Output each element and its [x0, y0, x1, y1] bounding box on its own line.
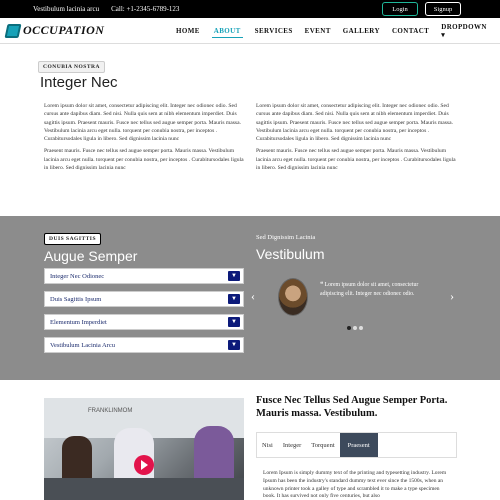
quote-icon: ❝ [320, 282, 324, 288]
section-heading: Fusce Nec Tellus Sed Augue Semper Porta.… [256, 395, 448, 419]
tab-integer[interactable]: Integer [278, 433, 306, 457]
nav-menu: HOME ABOUT SERVICES EVENT GALLERY CONTAC… [176, 18, 500, 44]
accordion-label: Duis Sagittis Ipsum [50, 295, 102, 303]
accordion-label: Vestibulum Lacinia Arcu [50, 341, 115, 349]
chevron-down-icon[interactable]: ▼ [228, 317, 240, 327]
section-badge: CONUBIA NOSTRA [38, 61, 105, 73]
nav-item-home[interactable]: HOME [176, 25, 200, 37]
chevron-right-icon[interactable]: › [450, 289, 454, 304]
nav-item-gallery[interactable]: GALLERY [343, 25, 380, 37]
call-label: Call: [111, 5, 125, 13]
accordion-testimonial-section: DUIS SAGITTIS Augue Semper Integer Nec O… [0, 216, 500, 380]
testimonial-quote: ❝ Lorem ipsum dolor sit amet, consectetu… [320, 281, 440, 298]
chevron-down-icon[interactable]: ▼ [228, 271, 240, 281]
chevron-left-icon[interactable]: ‹ [251, 289, 255, 304]
tab-torquent[interactable]: Torquent [306, 433, 339, 457]
chevron-down-icon[interactable]: ▼ [228, 340, 240, 350]
intro-section: CONUBIA NOSTRA Integer Nec Lorem ipsum d… [0, 44, 500, 216]
text-column-right: Lorem ipsum dolor sit amet, consectetur … [256, 102, 461, 176]
quote-text: Lorem ipsum dolor sit amet, consectetur … [320, 282, 419, 297]
section-title: Augue Semper [44, 248, 138, 264]
paragraph: Praesent mauris. Fusce nec tellus sed au… [256, 148, 456, 172]
logo-text: OCCUPATION [23, 23, 105, 37]
paragraph: Lorem ipsum dolor sit amet, consectetur … [256, 103, 453, 143]
section-title: Integer Nec [40, 74, 118, 91]
tab-nisi[interactable]: Nisi [257, 433, 278, 457]
chevron-down-icon: ▾ [441, 31, 446, 39]
video-thumbnail[interactable]: FRANKLINMOM [44, 398, 244, 500]
accordion-label: Integer Nec Odionec [50, 272, 105, 280]
accordion-item[interactable]: Integer Nec Odionec ▼ [44, 268, 244, 284]
phone-number[interactable]: +1-2345-6789-123 [126, 5, 179, 13]
accordion-label: Elementum Imperdiet [50, 318, 107, 326]
top-bar: Vestibulum lacinia arcu Call: +1-2345-678… [0, 0, 500, 18]
nav-item-services[interactable]: SERVICES [255, 25, 293, 37]
login-button[interactable]: Login [382, 2, 418, 16]
text-column-left: Lorem ipsum dolor sit amet, consectetur … [44, 102, 249, 176]
nav-item-dropdown[interactable]: DROPDOWN ▾ [441, 21, 488, 41]
accordion-item[interactable]: Vestibulum Lacinia Arcu ▼ [44, 337, 244, 353]
nav-item-event[interactable]: EVENT [305, 25, 331, 37]
carousel-dot[interactable] [347, 326, 351, 330]
carousel-dot[interactable] [359, 326, 363, 330]
nav-item-contact[interactable]: CONTACT [392, 25, 429, 37]
signup-button[interactable]: Signup [425, 2, 461, 16]
dropdown-label: DROPDOWN [441, 23, 487, 31]
carousel-dot[interactable] [353, 326, 357, 330]
tab-bar: Nisi Integer Torquent Praesent [256, 432, 457, 458]
main-navbar: OCCUPATION HOME ABOUT SERVICES EVENT GAL… [0, 18, 500, 44]
chevron-down-icon[interactable]: ▼ [228, 294, 240, 304]
avatar [278, 278, 308, 316]
tab-content: Lorem Ipsum is simply dummy text of the … [263, 470, 447, 500]
logo[interactable]: OCCUPATION [4, 23, 105, 38]
top-brand-text: Vestibulum lacinia arcu [33, 5, 100, 13]
nav-item-about[interactable]: ABOUT [211, 25, 243, 38]
carousel-indicators [347, 326, 365, 330]
section-badge: DUIS SAGITTIS [44, 233, 102, 245]
photo-sign: FRANKLINMOM [88, 408, 133, 414]
paragraph: Lorem ipsum dolor sit amet, consectetur … [44, 103, 241, 143]
tab-praesent[interactable]: Praesent [339, 433, 378, 457]
logo-icon [4, 23, 22, 38]
accordion-item[interactable]: Duis Sagittis Ipsum ▼ [44, 291, 244, 307]
testimonial-title: Vestibulum [256, 246, 325, 262]
accordion-item[interactable]: Elementum Imperdiet ▼ [44, 314, 244, 330]
paragraph: Praesent mauris. Fusce nec tellus sed au… [44, 148, 244, 172]
photo-desk [44, 478, 244, 500]
top-contact: Vestibulum lacinia arcu Call: +1-2345-678… [33, 5, 179, 13]
video-tabs-section: FRANKLINMOM Fusce Nec Tellus Sed Augue S… [0, 380, 500, 500]
testimonial-subtitle: Sed Dignissim Lacinia [256, 234, 316, 241]
play-icon[interactable] [134, 455, 154, 475]
